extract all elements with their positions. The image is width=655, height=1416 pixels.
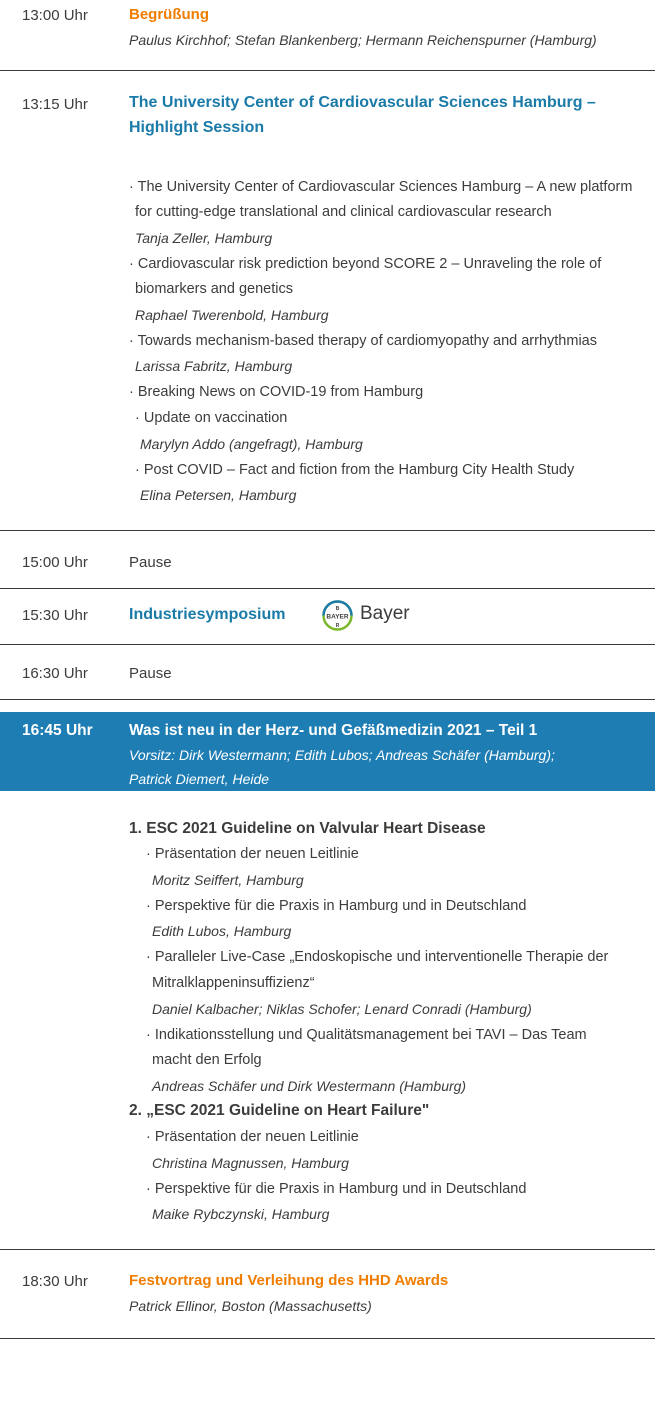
- session-speakers: Patrick Ellinor, Boston (Massachusetts): [129, 1298, 372, 1314]
- talk-speaker: Larissa Fabritz, Hamburg: [135, 358, 293, 374]
- divider: [0, 644, 655, 645]
- talk-speaker: Christina Magnussen, Hamburg: [152, 1155, 349, 1171]
- highlight-session: 16:45 Uhr Was ist neu in der Herz- und G…: [0, 712, 655, 791]
- talk-speaker: Raphael Twerenbold, Hamburg: [135, 307, 329, 323]
- session-time: 15:30 Uhr: [22, 607, 88, 624]
- block-title: 1. ESC 2021 Guideline on Valvular Heart …: [129, 820, 486, 837]
- talk-title-cont: Mitralklappeninsuffizienz“: [152, 975, 315, 991]
- talk-title: · Breaking News on COVID-19 from Hamburg: [129, 384, 424, 400]
- talk-title-cont: for cutting-edge translational and clini…: [135, 204, 552, 220]
- session-time: 16:45 Uhr: [22, 722, 93, 739]
- talk-title: · Perspektive für die Praxis in Hamburg …: [146, 1181, 527, 1197]
- divider: [0, 530, 655, 531]
- talk-title-cont: biomarkers and genetics: [135, 281, 293, 297]
- talk-speaker: Moritz Seiffert, Hamburg: [152, 872, 304, 888]
- session-chair-line1: Vorsitz: Dirk Westermann; Edith Lubos; A…: [129, 747, 555, 763]
- talk-title: · Präsentation der neuen Leitlinie: [146, 1129, 359, 1145]
- divider: [0, 1338, 655, 1339]
- talk-title: · The University Center of Cardiovascula…: [129, 179, 633, 195]
- session-time: 16:30 Uhr: [22, 665, 88, 682]
- talk-title: · Präsentation der neuen Leitlinie: [146, 846, 359, 862]
- session-title: Festvortrag und Verleihung des HHD Award…: [129, 1272, 449, 1289]
- session-title: Was ist neu in der Herz- und Gefäßmedizi…: [129, 722, 538, 739]
- talk-title: · Towards mechanism-based therapy of car…: [129, 333, 597, 349]
- session-title: Begrüßung: [129, 6, 209, 23]
- svg-text:R: R: [336, 623, 340, 629]
- talk-speaker: Andreas Schäfer und Dirk Westermann (Ham…: [152, 1078, 467, 1094]
- talk-title: · Cardiovascular risk prediction beyond …: [129, 256, 602, 272]
- talk-speaker: Daniel Kalbacher; Niklas Schofer; Lenard…: [152, 1001, 532, 1017]
- subtalk-title: · Update on vaccination: [135, 410, 288, 426]
- session-time: 18:30 Uhr: [22, 1273, 88, 1290]
- session-title: Pause: [129, 665, 172, 682]
- subtalk-speaker: Marylyn Addo (angefragt), Hamburg: [140, 436, 363, 452]
- session-title: Industriesymposium: [129, 606, 286, 623]
- session-title-line2: Highlight Session: [129, 119, 265, 136]
- subtalk-speaker: Elina Petersen, Hamburg: [140, 487, 297, 503]
- session-time: 13:15 Uhr: [22, 96, 88, 113]
- svg-text:B: B: [336, 606, 340, 612]
- session-time: 15:00 Uhr: [22, 554, 88, 571]
- session-speakers: Paulus Kirchhof; Stefan Blankenberg; Her…: [129, 32, 597, 48]
- svg-text:BAYER: BAYER: [326, 614, 348, 621]
- session-chair-line2: Patrick Diemert, Heide: [129, 771, 270, 787]
- divider: [0, 70, 655, 71]
- talk-title: · Indikationsstellung und Qualitätsmanag…: [146, 1027, 587, 1043]
- divider: [0, 588, 655, 589]
- block-title: 2. „ESC 2021 Guideline on Heart Failure": [129, 1102, 430, 1119]
- session-title-line1: The University Center of Cardiovascular …: [129, 94, 596, 111]
- talk-title: · Paralleler Live-Case „Endoskopische un…: [146, 949, 609, 965]
- subtalk-title: · Post COVID – Fact and fiction from the…: [135, 462, 575, 478]
- divider: [0, 699, 655, 700]
- bayer-logo-icon: BAYER B R: [322, 600, 353, 631]
- talk-speaker: Tanja Zeller, Hamburg: [135, 230, 273, 246]
- session-title: Pause: [129, 554, 172, 571]
- talk-speaker: Maike Rybczynski, Hamburg: [152, 1206, 330, 1222]
- talk-title-cont: macht den Erfolg: [152, 1052, 262, 1068]
- talk-title: · Perspektive für die Praxis in Hamburg …: [146, 898, 527, 914]
- talk-speaker: Edith Lubos, Hamburg: [152, 923, 292, 939]
- session-time: 13:00 Uhr: [22, 7, 88, 24]
- divider: [0, 1249, 655, 1250]
- sponsor-name: Bayer: [360, 603, 410, 624]
